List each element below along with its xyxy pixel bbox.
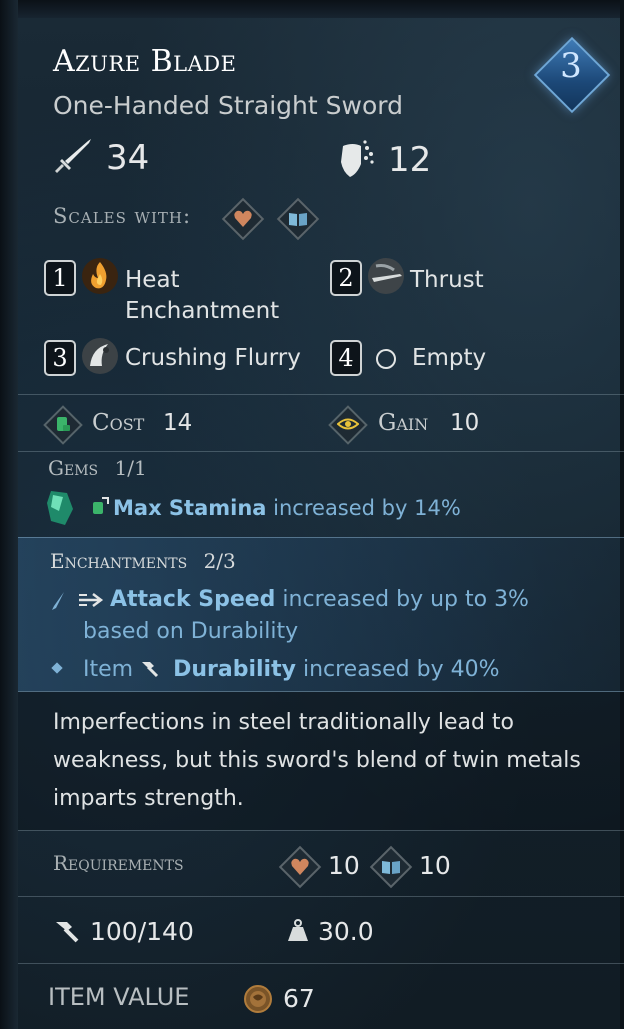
item-value-amount: 67 — [283, 984, 315, 1013]
divider — [18, 451, 624, 452]
block-shield-icon — [336, 137, 380, 181]
requirements-label: Requirements — [53, 851, 184, 875]
enchantments-header-label: Enchantments — [50, 549, 188, 573]
gems-header: Gems 1/1 — [48, 456, 147, 480]
ability-4-name: Empty — [412, 345, 487, 371]
attack-speed-icon — [76, 589, 106, 611]
divider — [18, 830, 624, 831]
enchantments-header: Enchantments 2/3 — [50, 549, 236, 573]
req-intelligence-value: 10 — [419, 851, 451, 880]
item-name: Azure Blade — [53, 44, 237, 79]
item-description: Imperfections in steel traditionally lea… — [53, 710, 581, 811]
ability-3-name: Crushing Flurry — [125, 345, 301, 371]
durability-icon — [53, 917, 81, 945]
gems-count: 1/1 — [114, 456, 147, 480]
cost-value: 14 — [163, 410, 193, 436]
enchantment-2-prefix: Item — [83, 657, 134, 682]
bullet-diamond-icon — [50, 661, 64, 675]
attack-value: 34 — [106, 138, 150, 178]
ability-slot-2-number: 2 — [330, 260, 362, 296]
gem-stat-name: Max Stamina — [113, 496, 267, 520]
enchantment-1-line: Attack Speed increased by up to 3% — [110, 584, 529, 616]
scales-with-label: Scales with: — [53, 204, 192, 228]
enchantment-1-line-cont: based on Durability — [83, 619, 299, 644]
enchant-feather-icon — [48, 590, 68, 612]
divider — [18, 394, 624, 395]
divider — [18, 896, 624, 897]
ability-slot-1-number: 1 — [44, 260, 76, 296]
stamina-stat-icon — [88, 494, 112, 518]
ability-1-name: Heat Enchantment — [125, 267, 280, 324]
tier-badge: 3 — [533, 36, 611, 114]
durability-value: 100/140 — [90, 917, 194, 946]
ability-2-name: Thrust — [410, 267, 484, 293]
empty-circle-icon[interactable] — [374, 347, 398, 371]
divider — [18, 537, 624, 538]
fire-icon[interactable] — [80, 256, 120, 296]
frame-right — [620, 0, 624, 1029]
gem-stat-text: increased by 14% — [273, 496, 461, 520]
enchantment-2-line: Item Durability increased by 40% — [83, 654, 500, 686]
weight-icon — [285, 917, 311, 945]
weight-value: 30.0 — [318, 917, 374, 946]
enchantments-count: 2/3 — [203, 549, 236, 573]
item-type: One-Handed Straight Sword — [53, 91, 403, 120]
divider — [18, 963, 624, 964]
tier-number: 3 — [560, 46, 582, 86]
flurry-icon[interactable] — [80, 336, 120, 376]
item-value-label: ITEM VALUE — [48, 983, 190, 1011]
cost-label: Cost — [92, 410, 145, 436]
durability-hammer-icon — [140, 654, 166, 686]
enchantment-1-stat: Attack Speed — [110, 587, 276, 612]
gain-value: 10 — [450, 410, 480, 436]
req-strength-value: 10 — [328, 851, 360, 880]
frame-left — [0, 0, 18, 1029]
frame-top — [0, 0, 624, 18]
thrust-icon[interactable] — [366, 256, 406, 296]
gain-label: Gain — [378, 410, 429, 436]
gem-icon[interactable] — [43, 488, 77, 528]
sword-icon — [53, 137, 93, 177]
gem-bonus-line: Max Stamina increased by 14% — [113, 496, 461, 520]
enchantment-1-text: increased by up to 3% — [282, 587, 529, 612]
enchantment-2-stat: Durability — [173, 657, 296, 682]
ability-slot-4-number: 4 — [330, 340, 362, 376]
gems-header-label: Gems — [48, 456, 99, 480]
ability-slot-3-number: 3 — [44, 340, 76, 376]
item-tooltip-card: Azure Blade One-Handed Straight Sword 3 … — [0, 0, 624, 1029]
enchantment-2-text: increased by 40% — [302, 657, 500, 682]
currency-coin-icon — [242, 983, 274, 1015]
block-value: 12 — [388, 140, 432, 180]
